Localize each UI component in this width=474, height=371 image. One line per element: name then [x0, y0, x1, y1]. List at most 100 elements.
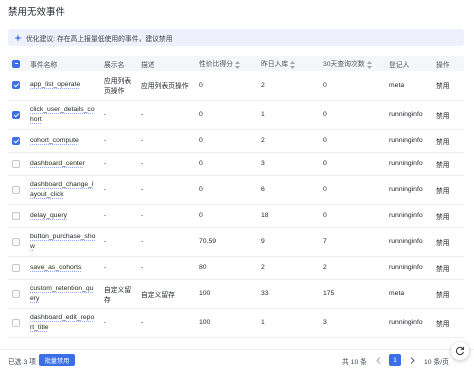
table-row: save_as_cohorts - - 80 2 2 runninginfo 禁…	[8, 256, 464, 280]
value-ratio-cell: 0	[195, 175, 257, 205]
disable-link[interactable]: 禁用	[432, 204, 464, 228]
display-name-cell: -	[100, 152, 137, 176]
description-cell: -	[137, 227, 195, 257]
row-checkbox[interactable]	[12, 318, 20, 327]
event-name-link[interactable]: dashboard_change_layout_click	[26, 175, 100, 205]
prev-page-button[interactable]	[372, 354, 384, 366]
header-yesterday-in[interactable]: 昨日入库	[257, 56, 319, 71]
events-table: 事件名称 展示名 描述 性价比得分 昨日入库 30天查询次数 登记人 操作 ap…	[8, 56, 464, 338]
row-checkbox[interactable]	[12, 81, 20, 90]
header-query-30d[interactable]: 30天查询次数	[319, 56, 385, 71]
display-name-cell: -	[100, 308, 137, 338]
sort-icon[interactable]	[290, 60, 296, 69]
registrant-cell: runninginfo	[385, 175, 432, 205]
page-number-button[interactable]: 1	[389, 354, 401, 366]
row-checkbox-cell[interactable]	[8, 100, 26, 130]
table-row: dashboard_change_layout_click - - 0 6 0 …	[8, 175, 464, 205]
row-checkbox[interactable]	[12, 263, 20, 272]
description-cell: -	[137, 308, 195, 338]
event-name-link[interactable]: dashboard_edit_report_title	[26, 308, 100, 338]
row-checkbox[interactable]	[12, 237, 20, 246]
value-ratio-cell: 100	[195, 279, 257, 309]
refresh-icon	[455, 346, 465, 356]
row-checkbox-cell[interactable]	[8, 152, 26, 176]
description-cell: -	[137, 100, 195, 130]
disable-link[interactable]: 禁用	[432, 129, 464, 153]
yesterday-in-cell: 9	[257, 227, 319, 257]
row-checkbox[interactable]	[12, 211, 20, 220]
yesterday-in-cell: 1	[257, 100, 319, 130]
event-name-link[interactable]: cohort_compute	[26, 129, 100, 153]
registrant-cell: runninginfo	[385, 129, 432, 153]
sort-icon[interactable]	[366, 60, 372, 69]
display-name-cell: -	[100, 100, 137, 130]
disable-link[interactable]: 禁用	[432, 71, 464, 101]
row-checkbox[interactable]	[12, 289, 20, 298]
select-all-checkbox[interactable]	[12, 59, 20, 68]
header-value-ratio[interactable]: 性价比得分	[195, 56, 257, 71]
row-checkbox-cell[interactable]	[8, 204, 26, 228]
description-cell: -	[137, 152, 195, 176]
row-checkbox-cell[interactable]	[8, 279, 26, 309]
total-count: 共 10 条	[342, 359, 367, 366]
table-row: dashboard_center - - 0 3 0 runninginfo 禁…	[8, 152, 464, 176]
display-name-cell: -	[100, 256, 137, 280]
disable-link[interactable]: 禁用	[432, 227, 464, 257]
value-ratio-cell: 0	[195, 129, 257, 153]
header-description: 描述	[137, 56, 195, 71]
value-ratio-cell: 0	[195, 100, 257, 130]
query-30d-cell: 0	[319, 71, 385, 101]
page-size-select[interactable]: 10 条/页	[424, 356, 449, 366]
disable-link[interactable]: 禁用	[432, 100, 464, 130]
yesterday-in-cell: 33	[257, 279, 319, 309]
event-name-link[interactable]: dashboard_center	[26, 152, 100, 176]
disable-link[interactable]: 禁用	[432, 279, 464, 309]
event-name-link[interactable]: save_as_cohorts	[26, 256, 100, 280]
disable-link[interactable]: 禁用	[432, 308, 464, 338]
query-30d-cell: 2	[319, 256, 385, 280]
row-checkbox-cell[interactable]	[8, 308, 26, 338]
registrant-cell: runninginfo	[385, 256, 432, 280]
row-checkbox[interactable]	[12, 136, 20, 145]
header-name: 事件名称	[26, 56, 100, 71]
row-checkbox-cell[interactable]	[8, 227, 26, 257]
row-checkbox[interactable]	[12, 159, 20, 168]
registrant-cell: runninginfo	[385, 227, 432, 257]
row-checkbox-cell[interactable]	[8, 71, 26, 101]
event-name-link[interactable]: custom_retention_query	[26, 279, 100, 309]
selected-count: 已选 3 项	[8, 359, 36, 366]
yesterday-in-cell: 18	[257, 204, 319, 228]
page-title: 禁用无效事件	[8, 7, 66, 18]
event-name-link[interactable]: click_user_details_cohort	[26, 100, 100, 130]
description-cell: -	[137, 129, 195, 153]
yesterday-in-cell: 2	[257, 71, 319, 101]
table-row: click_user_details_cohort - - 0 1 0 runn…	[8, 100, 464, 130]
event-name-link[interactable]: app_list_operate	[26, 71, 100, 101]
batch-disable-button[interactable]: 批量禁用	[39, 354, 75, 366]
row-checkbox-cell[interactable]	[8, 129, 26, 153]
row-checkbox[interactable]	[12, 185, 20, 194]
row-checkbox[interactable]	[12, 110, 20, 119]
row-checkbox-cell[interactable]	[8, 256, 26, 280]
select-all-cell[interactable]	[8, 56, 26, 71]
table-header-row: 事件名称 展示名 描述 性价比得分 昨日入库 30天查询次数 登记人 操作	[8, 56, 464, 71]
disable-link[interactable]: 禁用	[432, 152, 464, 176]
query-30d-cell: 0	[319, 100, 385, 130]
disable-link[interactable]: 禁用	[432, 256, 464, 280]
yesterday-in-cell: 2	[257, 256, 319, 280]
value-ratio-cell: 0	[195, 152, 257, 176]
registrant-cell: runninginfo	[385, 308, 432, 338]
sort-icon[interactable]	[234, 60, 240, 69]
row-checkbox-cell[interactable]	[8, 175, 26, 205]
next-page-button[interactable]	[406, 354, 418, 366]
yesterday-in-cell: 1	[257, 308, 319, 338]
refresh-float-button[interactable]	[451, 342, 469, 360]
table-row: app_list_operate 应用列表页操作 应用列表页操作 0 2 0 m…	[8, 71, 464, 101]
query-30d-cell: 0	[319, 175, 385, 205]
event-name-link[interactable]: delay_query	[26, 204, 100, 228]
disable-link[interactable]: 禁用	[432, 175, 464, 205]
registrant-cell: meta	[385, 71, 432, 101]
event-name-link[interactable]: button_purchase_show	[26, 227, 100, 257]
tip-text: 优化建议: 存在高上报量低使用的事件，建议禁用	[26, 35, 173, 43]
table-row: dashboard_edit_report_title - - 100 1 3 …	[8, 308, 464, 338]
